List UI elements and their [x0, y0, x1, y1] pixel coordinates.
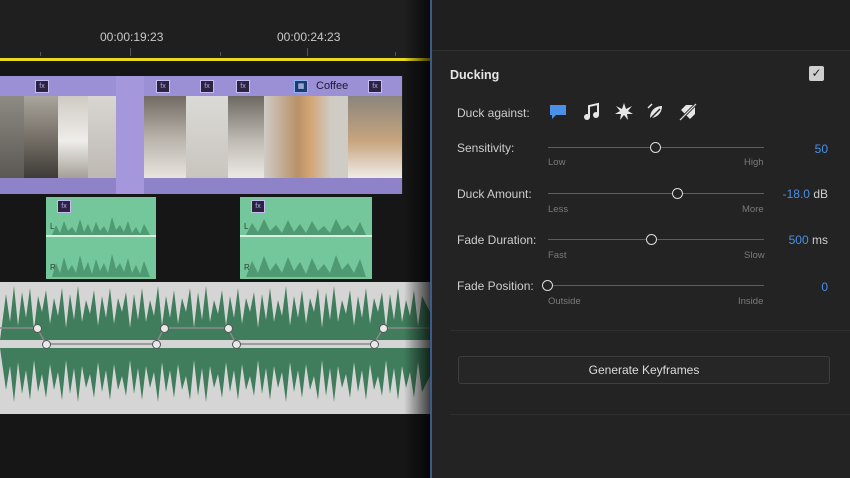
video-clip-thumb[interactable]: fx	[348, 76, 403, 194]
keyframe-handle[interactable]	[160, 324, 169, 333]
divider	[450, 330, 850, 331]
fx-badge: fx	[236, 80, 250, 93]
sensitivity-label: Sensitivity:	[457, 141, 515, 155]
fade-duration-label: Fade Duration:	[457, 233, 537, 247]
clip-icon: ▦	[294, 80, 308, 93]
video-clip-thumb[interactable]: fx	[144, 76, 187, 194]
video-clip-coffee[interactable]: ▦ Coffee	[264, 76, 349, 194]
fx-badge: fx	[35, 80, 49, 93]
keyframe-handle[interactable]	[224, 324, 233, 333]
panel-shadow	[404, 0, 430, 478]
clip-label: Coffee	[316, 80, 349, 92]
dialogue-icon[interactable]	[548, 102, 568, 122]
generate-keyframes-button[interactable]: Generate Keyframes	[458, 356, 830, 384]
video-track: fx fx fx fx ▦ Coffee fx	[0, 76, 403, 194]
video-clip-thumb[interactable]: fx	[228, 76, 265, 194]
essential-sound-panel: Ducking ✓ Duck against: Sensitivity: Low…	[430, 0, 850, 478]
ambience-icon[interactable]	[646, 102, 666, 122]
panel-header	[432, 0, 850, 51]
timecode-label: 00:00:24:23	[277, 30, 341, 44]
keyframe-handle[interactable]	[33, 324, 42, 333]
fade-position-slider-handle[interactable]	[542, 280, 553, 291]
untagged-icon[interactable]	[678, 102, 698, 122]
duck-amount-slider-handle[interactable]	[671, 188, 683, 199]
keyframe-handle[interactable]	[152, 340, 161, 349]
music-audio-track[interactable]	[0, 282, 430, 414]
keyframe-handle[interactable]	[232, 340, 241, 349]
fade-duration-value[interactable]: 500 ms	[762, 233, 828, 247]
fade-position-value[interactable]: 0	[772, 280, 828, 294]
sensitivity-min-label: Low	[548, 157, 566, 168]
ducking-checkbox[interactable]: ✓	[809, 66, 824, 81]
duck-amount-max-label: More	[742, 204, 764, 215]
audio-clip[interactable]: fx L R	[240, 197, 372, 279]
time-ruler[interactable]: 00:00:19:23 00:00:24:23	[0, 0, 430, 58]
fade-duration-min-label: Fast	[548, 250, 567, 261]
audio-clip[interactable]: fx L R	[46, 197, 156, 279]
fade-duration-slider-handle[interactable]	[645, 234, 657, 245]
divider	[450, 414, 850, 415]
duck-against-label: Duck against:	[457, 106, 530, 120]
keyframe-handle[interactable]	[42, 340, 51, 349]
video-clip-thumb[interactable]: fx	[24, 76, 59, 194]
video-clip-thumb[interactable]	[88, 76, 117, 194]
music-waveform	[0, 286, 430, 402]
fade-position-label: Fade Position:	[457, 279, 534, 293]
sensitivity-slider-handle[interactable]	[650, 142, 661, 153]
duck-amount-slider[interactable]	[548, 193, 764, 194]
fx-badge: fx	[368, 80, 382, 93]
music-icon[interactable]	[582, 102, 602, 122]
audio-waveform	[52, 217, 150, 277]
keyframe-handle[interactable]	[370, 340, 379, 349]
keyframe-handle[interactable]	[379, 324, 388, 333]
ducking-title: Ducking	[450, 68, 500, 82]
sensitivity-max-label: High	[744, 157, 764, 168]
timecode-label: 00:00:19:23	[100, 30, 164, 44]
duck-amount-min-label: Less	[548, 204, 569, 215]
fade-position-max-label: Inside	[738, 296, 764, 307]
audio-waveform	[246, 219, 366, 277]
fade-position-slider[interactable]	[548, 285, 764, 286]
video-clip-thumb[interactable]	[0, 76, 25, 194]
video-clip-thumb[interactable]: fx	[186, 76, 229, 194]
fade-duration-max-label: Slow	[744, 250, 765, 261]
duck-amount-label: Duck Amount:	[457, 187, 532, 201]
fx-badge: fx	[156, 80, 170, 93]
sfx-icon[interactable]	[614, 102, 634, 122]
work-area-bar[interactable]	[0, 58, 430, 61]
video-clip-thumb[interactable]	[58, 76, 89, 194]
duck-amount-value[interactable]: -18.0 dB	[762, 187, 828, 201]
fx-badge: fx	[200, 80, 214, 93]
video-clip-gap[interactable]	[116, 76, 145, 194]
timeline-panel[interactable]: 00:00:19:23 00:00:24:23 fx fx fx fx ▦ Co…	[0, 0, 430, 478]
fade-position-min-label: Outside	[548, 296, 581, 307]
sensitivity-value[interactable]: 50	[772, 142, 828, 156]
